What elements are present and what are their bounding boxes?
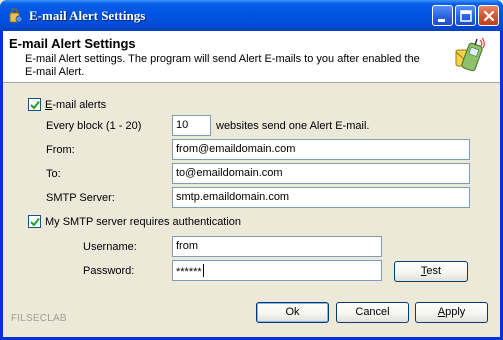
- close-button[interactable]: [478, 5, 499, 26]
- password-label: Password:: [83, 265, 135, 277]
- brand-label: FILSECLAB: [11, 313, 67, 324]
- cancel-button[interactable]: Cancel: [336, 302, 409, 323]
- smtp-server-input[interactable]: smtp.emaildomain.com: [172, 187, 470, 208]
- test-label-rest: est: [426, 265, 442, 277]
- to-label: To:: [46, 168, 61, 180]
- dialog-body: E-mail Alert Settings E-mail Alert setti…: [3, 31, 500, 337]
- every-block-input[interactable]: 10: [172, 115, 211, 136]
- minimize-icon: [438, 19, 445, 22]
- title-bar[interactable]: E-mail Alert Settings: [0, 0, 503, 31]
- email-alerts-label[interactable]: E-mail alerts: [45, 99, 106, 112]
- email-alerts-label-rest: -mail alerts: [52, 99, 107, 111]
- password-value: ******: [176, 266, 202, 278]
- from-input[interactable]: from@emaildomain.com: [172, 139, 470, 160]
- smtp-server-label: SMTP Server:: [46, 192, 115, 204]
- test-button[interactable]: Test: [394, 261, 468, 282]
- apply-button[interactable]: Apply: [415, 302, 488, 323]
- email-alerts-checkbox[interactable]: [28, 98, 41, 111]
- phone-email-icon: [455, 37, 485, 72]
- checkmark-icon: [30, 217, 40, 227]
- checkmark-icon: [30, 100, 40, 110]
- smtp-auth-label[interactable]: My SMTP server requires authentication: [45, 216, 241, 229]
- apply-accel: A: [437, 306, 446, 318]
- header-subtitle: E-mail Alert settings. The program will …: [25, 53, 420, 78]
- every-block-suffix: websites send one Alert E-mail.: [216, 120, 370, 132]
- ok-button[interactable]: Ok: [256, 302, 329, 323]
- dialog-window: E-mail Alert Settings E-mail Alert Setti…: [0, 0, 503, 340]
- maximize-icon: [460, 10, 472, 22]
- from-label: From:: [46, 144, 75, 156]
- header-band: E-mail Alert Settings E-mail Alert setti…: [3, 31, 500, 83]
- username-label: Username:: [83, 241, 137, 253]
- text-cursor: [202, 264, 204, 277]
- header-title: E-mail Alert Settings: [9, 36, 136, 51]
- maximize-button[interactable]: [455, 5, 476, 26]
- smtp-auth-checkbox[interactable]: [28, 215, 41, 228]
- to-input[interactable]: to@emaildomain.com: [172, 163, 470, 184]
- window-title: E-mail Alert Settings: [29, 8, 146, 23]
- close-icon: [483, 10, 495, 22]
- apply-label-rest: pply: [445, 306, 466, 318]
- app-icon: [9, 8, 23, 23]
- username-input[interactable]: from: [172, 236, 382, 257]
- password-input[interactable]: ******: [172, 260, 382, 281]
- every-block-label: Every block (1 - 20): [46, 120, 142, 132]
- minimize-button[interactable]: [432, 5, 453, 26]
